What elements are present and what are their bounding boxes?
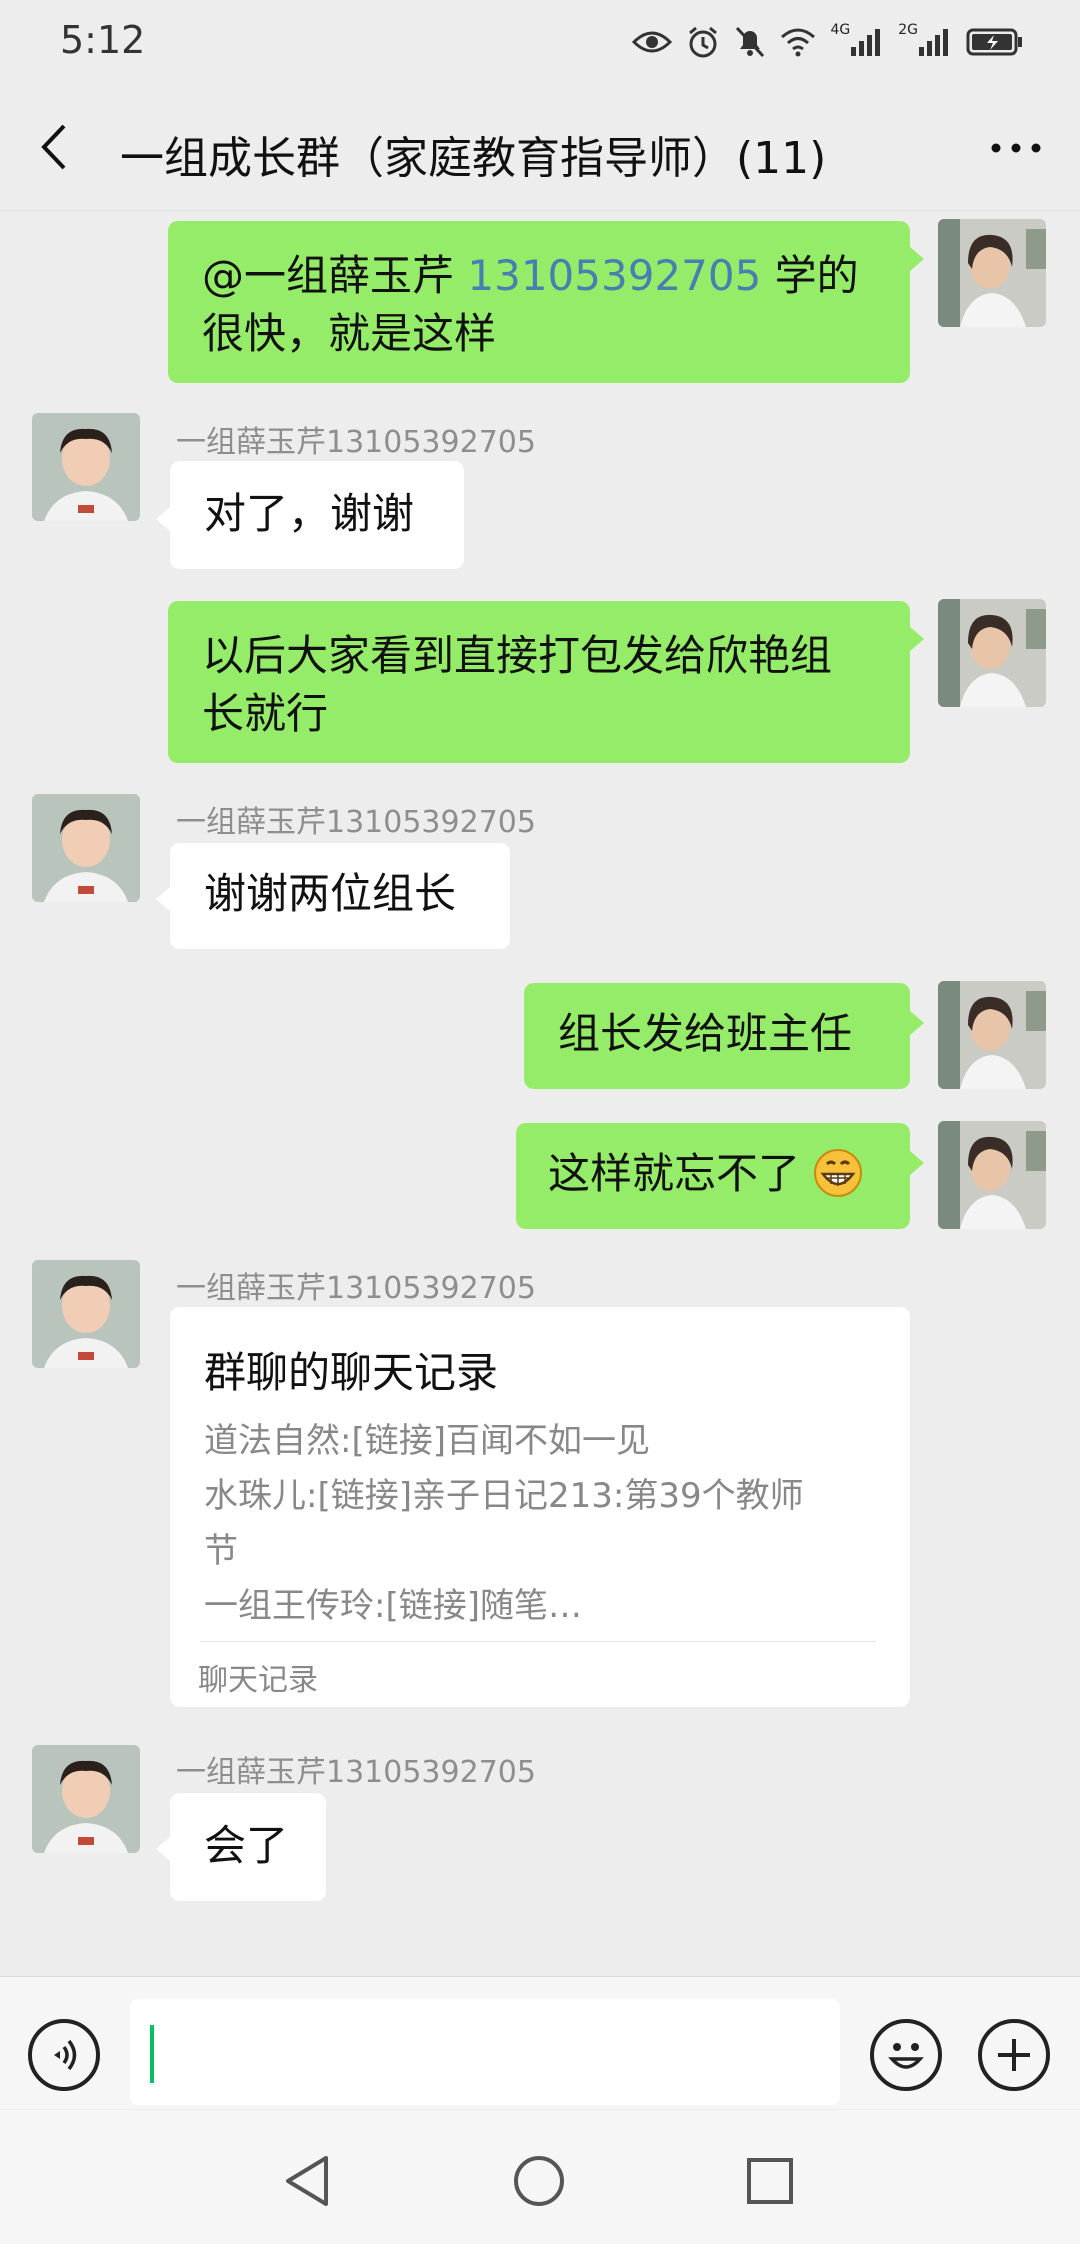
wifi-icon <box>781 28 816 57</box>
bubble-tail <box>910 1151 924 1175</box>
system-nav-bar <box>0 2110 1080 2244</box>
text-cursor <box>150 2025 154 2083</box>
nav-back-icon[interactable] <box>282 2154 334 2208</box>
bubble-tail <box>910 1011 924 1035</box>
bubble-tail <box>156 887 170 911</box>
message-text: 会了 <box>204 1821 289 1870</box>
message-bubble-sent[interactable]: 以后大家看到直接打包发给欣艳组 长就行 <box>168 601 910 763</box>
card-line: 道法自然:[链接]百闻不如一见 <box>204 1421 650 1461</box>
card-footer: 聊天记录 <box>198 1663 318 1698</box>
bubble-tail <box>910 247 924 271</box>
chat-title: 一组成长群（家庭教育指导师）(11) <box>120 133 827 184</box>
card-divider <box>200 1641 876 1642</box>
mention-phone-number[interactable]: 13105392705 <box>467 251 761 300</box>
message-bubble-received[interactable]: 谢谢两位组长 <box>170 843 510 949</box>
bubble-tail <box>156 1837 170 1861</box>
avatar-member[interactable] <box>32 794 140 902</box>
status-time: 5:12 <box>60 18 146 62</box>
bubble-tail <box>910 627 924 651</box>
avatar-member[interactable] <box>32 1260 140 1368</box>
bubble-tail <box>156 507 170 531</box>
message-text: 对了，谢谢 <box>204 489 415 538</box>
sender-name: 一组薛玉芹13105392705 <box>176 1271 536 1306</box>
voice-icon[interactable] <box>28 2019 100 2091</box>
network-type-1: 4G <box>830 22 851 38</box>
message-input[interactable] <box>130 1999 840 2105</box>
signal-icon <box>919 29 948 56</box>
sender-name: 一组薛玉芹13105392705 <box>176 805 536 840</box>
more-dots-icon[interactable] <box>986 128 1046 168</box>
avatar-self[interactable] <box>938 219 1046 327</box>
battery-charging-icon <box>966 28 1022 56</box>
card-title: 群聊的聊天记录 <box>204 1348 499 1397</box>
message-text: 谢谢两位组长 <box>204 869 457 918</box>
message-bubble-received[interactable]: 对了，谢谢 <box>170 461 464 569</box>
plus-icon[interactable] <box>978 2019 1050 2091</box>
message-text: 以后大家看到直接打包发给欣艳组 <box>202 631 833 680</box>
message-text: 这样就忘不了 <box>548 1149 801 1198</box>
status-bar: 5:12 4G 2G <box>0 0 1080 84</box>
alarm-icon <box>689 26 718 58</box>
avatar-self[interactable] <box>938 1121 1046 1229</box>
message-bubble-sent[interactable]: 这样就忘不了 <box>516 1123 910 1229</box>
status-icons: 4G 2G <box>632 20 1024 64</box>
message-text: 组长发给班主任 <box>558 1009 853 1058</box>
nav-recents-icon[interactable] <box>746 2156 794 2206</box>
message-bubble-sent[interactable]: @一组薛玉芹 13105392705 学的 很快，就是这样 <box>168 221 910 383</box>
grinning-emoji-icon <box>814 1149 863 1197</box>
chat-header: 一组成长群（家庭教育指导师）(11) <box>0 84 1080 211</box>
message-bubble-sent[interactable]: 组长发给班主任 <box>524 983 910 1089</box>
card-line: 水珠儿:[链接]亲子日记213:第39个教师 <box>204 1476 804 1516</box>
avatar-member[interactable] <box>32 413 140 521</box>
signal-icon <box>851 29 881 56</box>
mute-icon <box>736 26 765 58</box>
mention[interactable]: @一组薛玉芹 <box>202 251 454 300</box>
sender-name: 一组薛玉芹13105392705 <box>176 1755 536 1790</box>
avatar-member[interactable] <box>32 1745 140 1853</box>
emoji-icon[interactable] <box>870 2019 942 2091</box>
nav-home-icon[interactable] <box>512 2154 566 2208</box>
message-text: 很快，就是这样 <box>202 309 497 358</box>
message-list[interactable]: @一组薛玉芹 13105392705 学的 很快，就是这样 一组薛玉芹13105… <box>0 211 1080 1973</box>
eye-icon <box>632 31 673 53</box>
avatar-self[interactable] <box>938 981 1046 1089</box>
message-text: 长就行 <box>202 689 329 738</box>
network-type-2: 2G <box>898 22 918 38</box>
message-text: 学的 <box>761 251 859 300</box>
card-line: 一组王传玲:[链接]随笔… <box>204 1586 582 1626</box>
avatar-self[interactable] <box>938 599 1046 707</box>
sender-name: 一组薛玉芹13105392705 <box>176 425 536 460</box>
input-bar <box>0 1976 1080 2109</box>
back-arrow-icon[interactable] <box>30 114 80 180</box>
chat-record-card[interactable]: 群聊的聊天记录 道法自然:[链接]百闻不如一见 水珠儿:[链接]亲子日记213:… <box>170 1307 910 1707</box>
card-line: 节 <box>204 1531 238 1571</box>
message-bubble-received[interactable]: 会了 <box>170 1793 326 1901</box>
